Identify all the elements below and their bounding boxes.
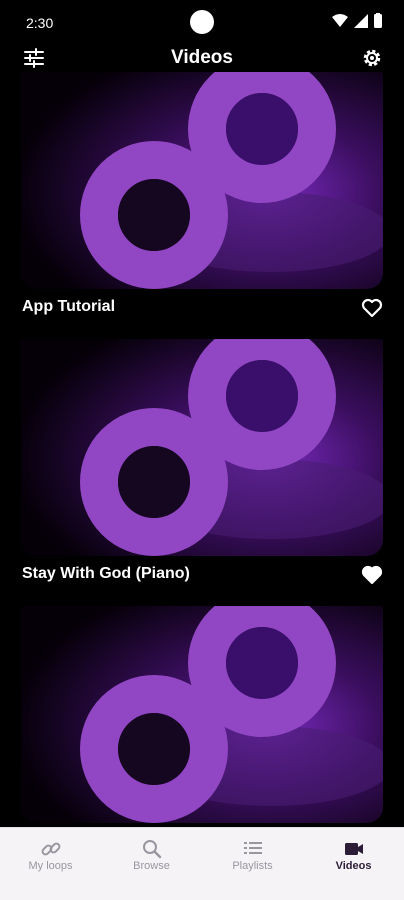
nav-item-videos[interactable]: Videos — [303, 828, 404, 900]
search-icon — [143, 840, 162, 859]
nav-label-my-loops: My loops — [28, 860, 73, 872]
wifi-icon — [332, 13, 348, 27]
video-thumbnail[interactable] — [21, 339, 383, 556]
video-title[interactable]: App Tutorial — [22, 298, 115, 316]
nav-item-my-loops[interactable]: My loops — [0, 828, 101, 900]
system-icons — [332, 13, 382, 28]
gear-icon — [363, 49, 381, 67]
nav-label-browse: Browse — [133, 860, 170, 872]
status-time: 2:30 — [26, 15, 54, 31]
video-thumbnail[interactable] — [21, 606, 383, 823]
status-bar: 2:30 — [0, 0, 404, 44]
nav-label-videos: Videos — [335, 860, 372, 872]
camera-cutout — [190, 10, 214, 34]
nav-item-browse[interactable]: Browse — [101, 828, 202, 900]
settings-button[interactable] — [360, 46, 384, 70]
page-title: Videos — [171, 47, 233, 68]
video-thumbnail[interactable] — [21, 72, 383, 289]
nav-item-playlists[interactable]: Playlists — [202, 828, 303, 900]
heart-outline-icon — [361, 298, 383, 318]
video-feed[interactable]: App Tutorial Stay With God (Piano) — [0, 72, 404, 827]
nav-label-playlists: Playlists — [232, 860, 273, 872]
video-title[interactable]: Stay With God (Piano) — [22, 565, 190, 583]
playlist-icon — [244, 842, 262, 854]
signal-icon — [354, 13, 368, 28]
bottom-navigation: My loops Browse Playlists Videos — [0, 827, 404, 900]
top-app-bar: Videos — [0, 44, 404, 74]
video-camera-icon — [345, 843, 363, 855]
favorite-button[interactable] — [360, 296, 384, 320]
favorite-button[interactable] — [360, 563, 384, 587]
loop-link-icon — [41, 842, 61, 856]
heart-filled-icon — [361, 565, 383, 585]
battery-icon — [374, 13, 382, 28]
